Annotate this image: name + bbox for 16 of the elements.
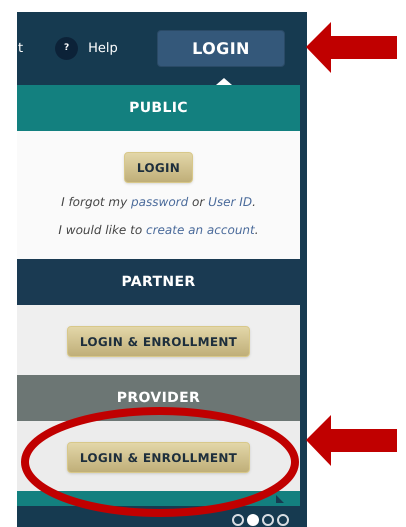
section-header: PARTNER bbox=[17, 259, 300, 305]
login-button[interactable]: LOGIN & ENROLLMENT bbox=[66, 326, 250, 357]
corner-triangle-icon bbox=[276, 494, 284, 502]
login-button[interactable]: LOGIN & ENROLLMENT bbox=[66, 442, 250, 473]
help-icon[interactable]: ? bbox=[55, 37, 78, 60]
text-link[interactable]: User ID bbox=[208, 195, 252, 209]
nav-link[interactable]: t bbox=[18, 38, 24, 58]
login-button[interactable]: LOGIN bbox=[124, 152, 194, 183]
help-text: I forgot my password or User ID. bbox=[61, 194, 256, 211]
text-link[interactable]: password bbox=[131, 195, 188, 209]
section-header: PROVIDER bbox=[17, 375, 300, 421]
login-button[interactable]: LOGIN bbox=[157, 30, 285, 67]
help-text: I would like to create an account. bbox=[58, 222, 259, 239]
help-link[interactable]: Help bbox=[88, 38, 118, 58]
section-header: PUBLIC bbox=[17, 85, 300, 131]
text-link[interactable]: create an account bbox=[146, 223, 255, 237]
